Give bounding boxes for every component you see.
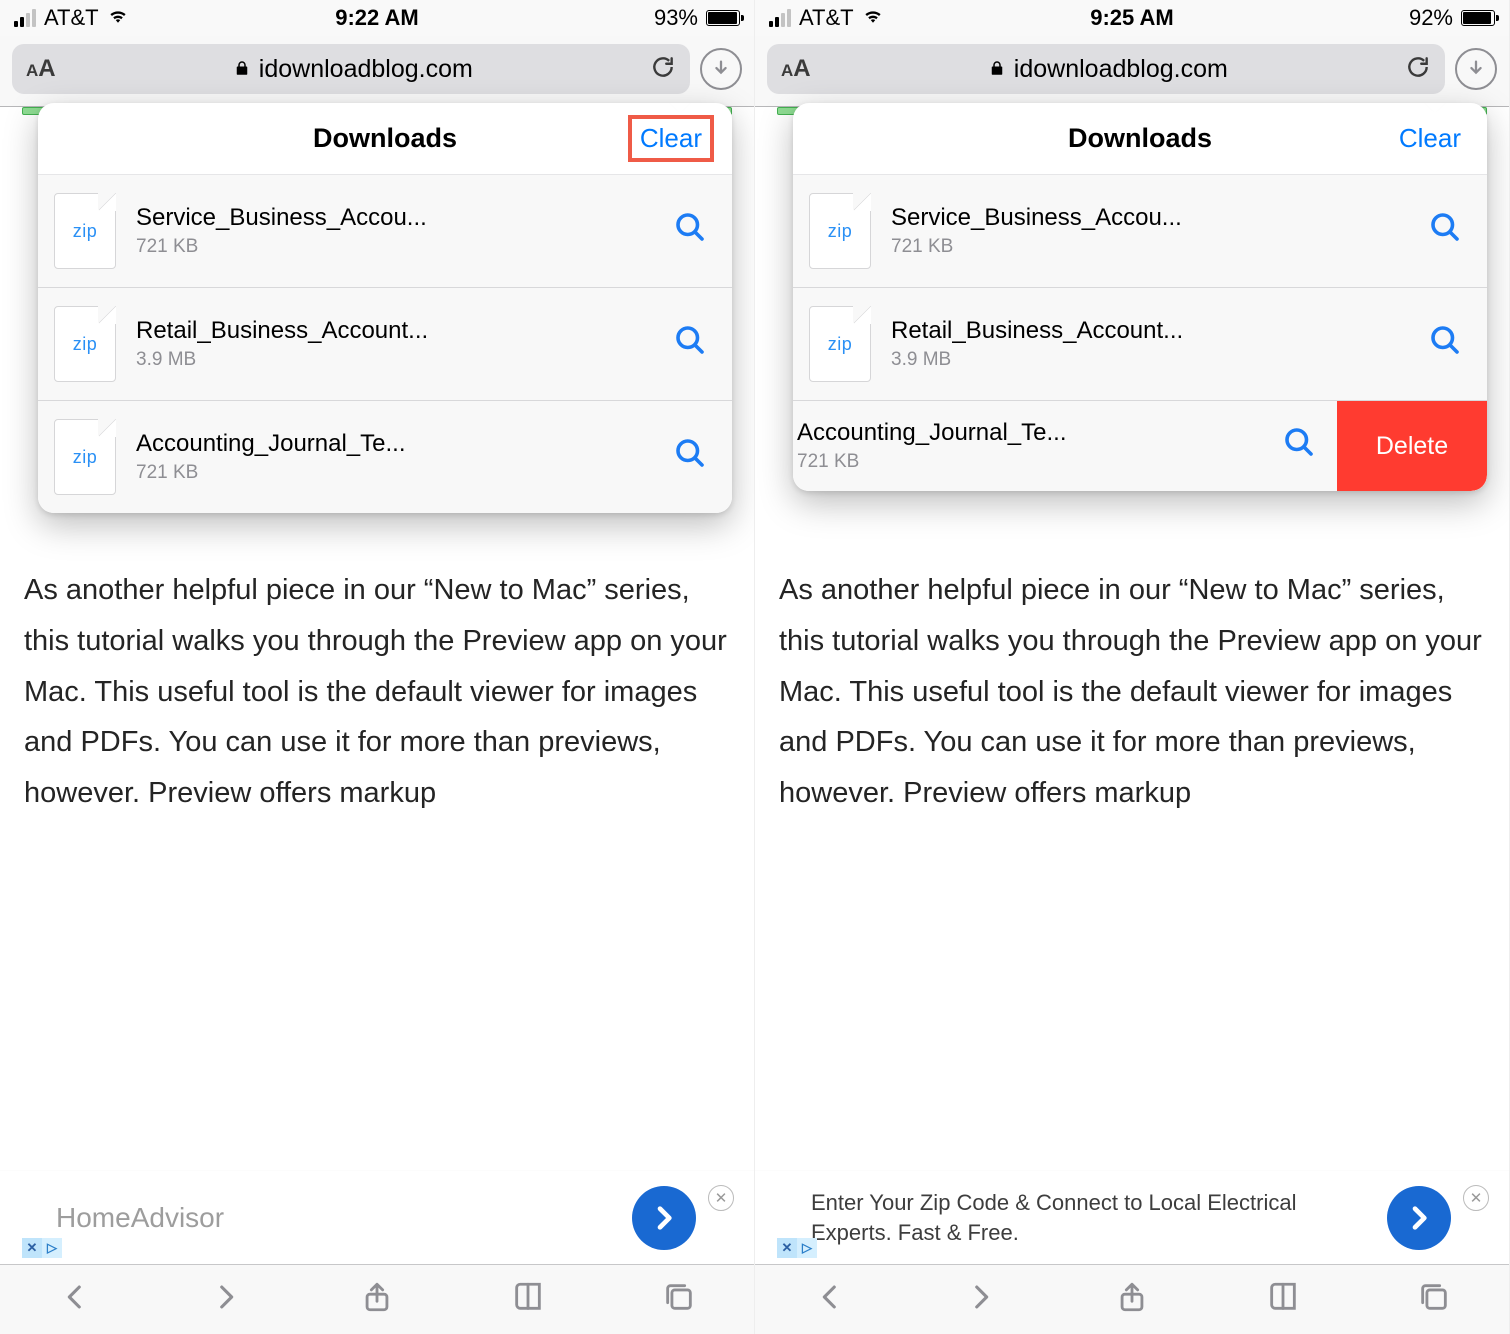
url-domain-text: idownloadblog.com [1014,55,1228,84]
download-filename: Service_Business_Accou... [136,204,664,232]
ad-banner[interactable]: ✕▷ HomeAdvisor ✕ [0,1170,754,1264]
share-button[interactable] [1115,1280,1149,1319]
address-bar-row: AA idownloadblog.com [0,36,754,107]
adchoices-icon[interactable]: ✕▷ [22,1238,62,1258]
reveal-in-files-button[interactable] [1427,322,1471,366]
download-filename: Retail_Business_Account... [891,317,1419,345]
screenshot-left: AT&T 9:22 AM 93% AA idownloadblog.com [0,0,755,1334]
downloads-popover: Downloads Clear zip Service_Business_Acc… [38,103,732,513]
file-zip-icon: zip [54,306,116,382]
downloads-button[interactable] [700,48,742,90]
clear-button[interactable]: Clear [628,115,714,162]
download-filesize: 721 KB [136,236,664,258]
tabs-button[interactable] [662,1280,696,1319]
download-filename: Accounting_Journal_Te... [797,419,1273,447]
battery-icon [706,10,740,26]
forward-button[interactable] [964,1280,998,1319]
file-zip-icon: zip [54,193,116,269]
download-item[interactable]: zip Accounting_Journal_Te... 721 KB [38,400,732,513]
popover-title: Downloads [1068,123,1212,154]
back-button[interactable] [813,1280,847,1319]
download-item[interactable]: zip Retail_Business_Account... 3.9 MB [793,287,1487,400]
ad-close-button[interactable]: ✕ [1463,1185,1489,1211]
download-filesize: 721 KB [136,462,664,484]
reader-aa-button[interactable]: AA [26,55,56,83]
download-filename: Retail_Business_Account... [136,317,664,345]
reveal-in-files-button[interactable] [672,322,716,366]
file-zip-icon: zip [809,193,871,269]
ad-go-button[interactable] [1387,1186,1451,1250]
reveal-in-files-button[interactable] [1427,209,1471,253]
ad-text: HomeAdvisor [56,1199,622,1237]
bookmarks-button[interactable] [511,1280,545,1319]
ad-banner[interactable]: ✕▷ Enter Your Zip Code & Connect to Loca… [755,1170,1509,1264]
download-item[interactable]: zip Retail_Business_Account... 3.9 MB [38,287,732,400]
clock-label: 9:22 AM [0,5,754,31]
file-zip-icon: zip [54,419,116,495]
lock-icon [988,55,1006,84]
clear-button[interactable]: Clear [1391,119,1469,158]
download-filesize: 721 KB [891,236,1419,258]
reveal-in-files-button[interactable] [672,435,716,479]
download-item[interactable]: zip Service_Business_Accou... 721 KB [793,175,1487,287]
article-text: As another helpful piece in our “New to … [755,551,1509,819]
safari-toolbar [0,1264,754,1334]
reveal-in-files-button[interactable] [672,209,716,253]
ad-go-button[interactable] [632,1186,696,1250]
downloads-button[interactable] [1455,48,1497,90]
reader-aa-button[interactable]: AA [781,55,811,83]
download-item[interactable]: zip Service_Business_Accou... 721 KB [38,175,732,287]
download-filename: Service_Business_Accou... [891,204,1419,232]
reload-button[interactable] [1405,54,1431,85]
forward-button[interactable] [209,1280,243,1319]
reveal-in-files-button[interactable] [1281,424,1325,468]
delete-button[interactable]: Delete [1337,401,1487,491]
clock-label: 9:25 AM [755,5,1509,31]
address-bar-row: AA idownloadblog.com [755,36,1509,107]
popover-title: Downloads [313,123,457,154]
ad-close-button[interactable]: ✕ [708,1185,734,1211]
download-filename: Accounting_Journal_Te... [136,430,664,458]
lock-icon [233,55,251,84]
bookmarks-button[interactable] [1266,1280,1300,1319]
url-domain-text: idownloadblog.com [259,55,473,84]
share-button[interactable] [360,1280,394,1319]
reload-button[interactable] [650,54,676,85]
status-bar: AT&T 9:22 AM 93% [0,0,754,36]
back-button[interactable] [58,1280,92,1319]
status-bar: AT&T 9:25 AM 92% [755,0,1509,36]
downloads-popover: Downloads Clear zip Service_Business_Acc… [793,103,1487,491]
file-zip-icon: zip [809,306,871,382]
download-filesize: 3.9 MB [891,349,1419,371]
address-bar[interactable]: AA idownloadblog.com [12,44,690,94]
ad-text: Enter Your Zip Code & Connect to Local E… [811,1188,1377,1247]
download-item[interactable]: Accounting_Journal_Te... 721 KB Delete [793,400,1487,491]
download-filesize: 721 KB [797,451,1273,473]
tabs-button[interactable] [1417,1280,1451,1319]
battery-icon [1461,10,1495,26]
address-bar[interactable]: AA idownloadblog.com [767,44,1445,94]
screenshot-right: AT&T 9:25 AM 92% AA idownloadblog.com [755,0,1510,1334]
safari-toolbar [755,1264,1509,1334]
adchoices-icon[interactable]: ✕▷ [777,1238,817,1258]
article-text: As another helpful piece in our “New to … [0,551,754,819]
download-filesize: 3.9 MB [136,349,664,371]
